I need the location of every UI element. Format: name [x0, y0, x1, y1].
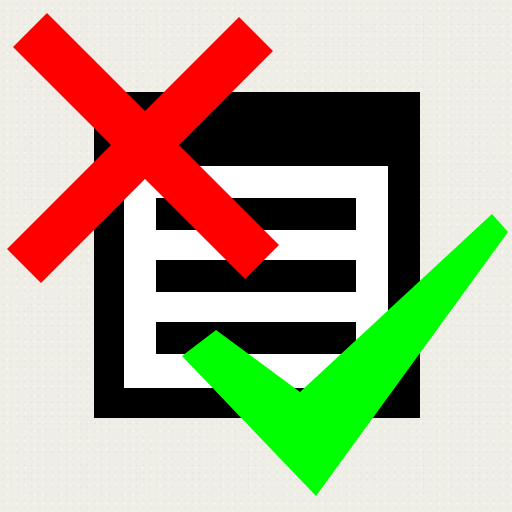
icon-canvas — [0, 0, 512, 512]
document-review-icon — [7, 13, 508, 496]
document-line — [156, 322, 356, 354]
